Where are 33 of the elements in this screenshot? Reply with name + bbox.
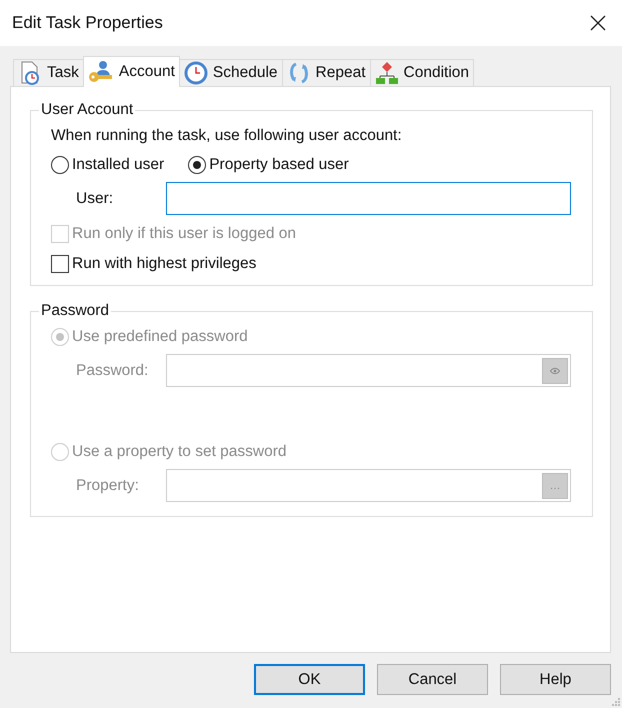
input-field[interactable] — [166, 354, 571, 387]
field-label: Property: — [76, 476, 140, 494]
tab[interactable]: Schedule — [178, 59, 283, 86]
window-title: Edit Task Properties — [12, 13, 163, 33]
radio-option[interactable]: Installed user — [51, 156, 164, 174]
radio-button[interactable] — [51, 156, 69, 174]
radio-label: Use a property to set password — [72, 443, 287, 461]
field-label: Password: — [76, 362, 150, 380]
tab[interactable]: Task — [13, 59, 84, 86]
tab[interactable]: Repeat — [282, 59, 371, 86]
checkbox[interactable] — [51, 255, 69, 273]
radio-button[interactable] — [188, 156, 206, 174]
tab[interactable]: Condition — [370, 59, 474, 86]
checkbox-label: Run with highest privileges — [72, 255, 256, 273]
dialog-button[interactable]: OK — [254, 664, 365, 695]
user-key-icon — [88, 60, 114, 84]
dialog-button[interactable]: Cancel — [377, 664, 488, 695]
radio-label: Use predefined password — [72, 328, 248, 346]
field-label: User: — [76, 190, 114, 208]
close-icon[interactable] — [590, 15, 606, 31]
dialog-button[interactable]: Help — [500, 664, 611, 695]
checkbox-label: Run only if this user is logged on — [72, 225, 296, 243]
user-field[interactable] — [166, 182, 571, 215]
radio-label: Installed user — [72, 156, 164, 174]
flowchart-icon — [374, 61, 399, 85]
show-password-button[interactable] — [542, 358, 568, 384]
tab[interactable]: Account — [82, 56, 180, 87]
group-title: User Account — [40, 101, 134, 119]
resize-grip-icon[interactable] — [612, 698, 620, 706]
eye-icon — [550, 366, 560, 374]
checkbox-option[interactable]: Run with highest privileges — [51, 255, 571, 273]
prompt-text: When running the task, use following user account: — [51, 127, 403, 145]
group-title: Password — [40, 302, 110, 320]
